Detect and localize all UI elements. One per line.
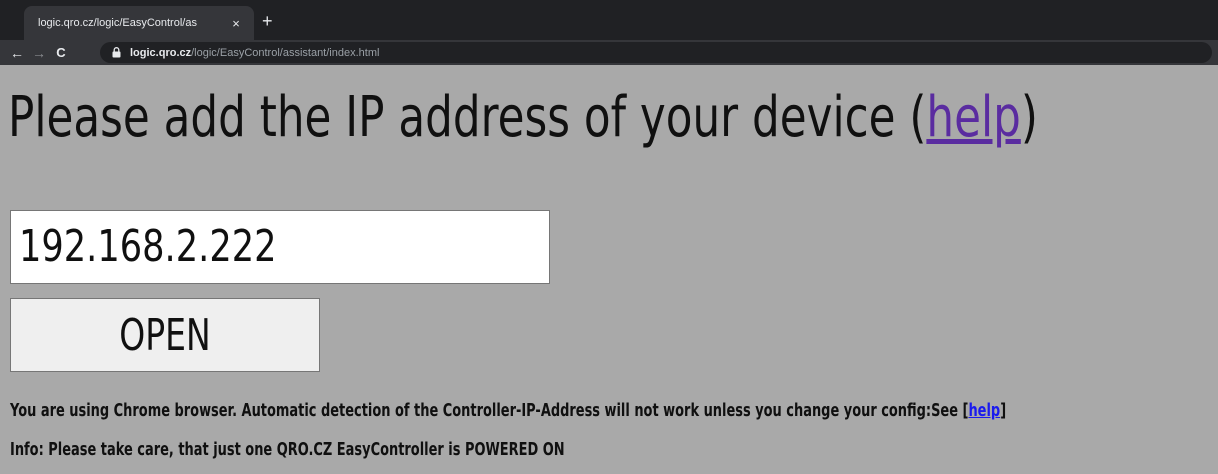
back-icon[interactable]: ← <box>6 45 28 61</box>
lock-icon[interactable] <box>112 47 126 58</box>
forward-icon[interactable]: → <box>28 45 50 61</box>
chrome-notice-text: You are using Chrome browser. Automatic … <box>10 400 969 421</box>
chrome-notice-bracket: ] <box>1000 400 1007 421</box>
browser-tab[interactable]: logic.qro.cz/logic/EasyControl/as × <box>24 6 254 40</box>
url-host: logic.qro.cz <box>130 46 192 59</box>
power-info: Info: Please take care, that just one QR… <box>10 439 565 460</box>
ip-address-value: 192.168.2.222 <box>19 221 277 272</box>
chrome-help-link[interactable]: help <box>968 400 1000 421</box>
help-link[interactable]: help <box>926 85 1020 150</box>
title-text: Please add the IP address of your device… <box>8 85 927 150</box>
title-close-paren: ) <box>1020 85 1038 150</box>
ip-address-input[interactable]: 192.168.2.222 <box>10 210 550 284</box>
page-content: Please add the IP address of your device… <box>0 65 1218 474</box>
open-button-label: OPEN <box>119 309 211 361</box>
reload-icon[interactable]: C <box>50 45 72 60</box>
tab-title: logic.qro.cz/logic/EasyControl/as <box>38 17 197 29</box>
open-button[interactable]: OPEN <box>10 298 320 372</box>
chrome-notice: You are using Chrome browser. Automatic … <box>10 400 1006 421</box>
browser-toolbar: ← → C logic.qro.cz /logic/EasyControl/as… <box>0 40 1218 65</box>
new-tab-icon[interactable]: + <box>262 12 273 30</box>
url-path: /logic/EasyControl/assistant/index.html <box>191 46 380 59</box>
tab-strip: logic.qro.cz/logic/EasyControl/as × + <box>0 0 1218 40</box>
page-title: Please add the IP address of your device… <box>8 85 1038 150</box>
address-bar[interactable]: logic.qro.cz /logic/EasyControl/assistan… <box>100 42 1212 63</box>
tab-close-icon[interactable]: × <box>228 16 244 31</box>
